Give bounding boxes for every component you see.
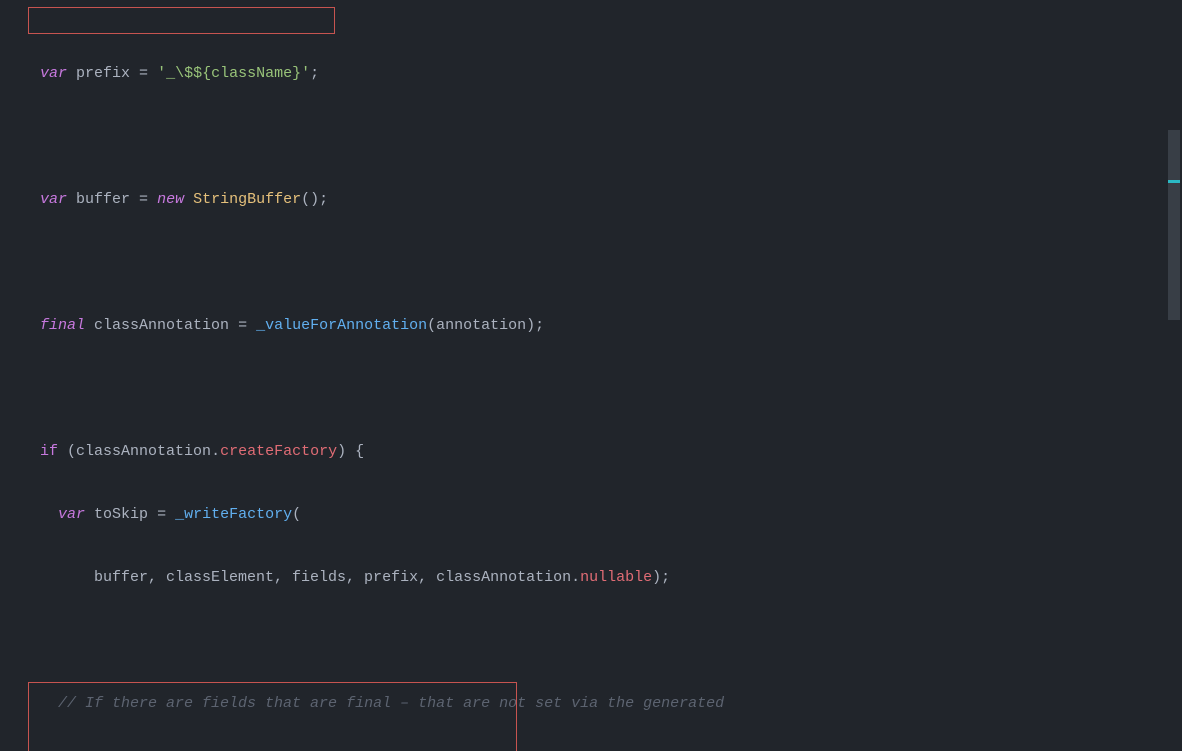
- kw-var: var: [40, 65, 67, 82]
- code-area[interactable]: var prefix = '_\$${className}'; var buff…: [0, 0, 1182, 751]
- code-editor[interactable]: var prefix = '_\$${className}'; var buff…: [0, 0, 1182, 751]
- vertical-scrollbar[interactable]: [1166, 0, 1180, 751]
- scroll-marker: [1168, 180, 1180, 183]
- scroll-thumb[interactable]: [1168, 130, 1180, 320]
